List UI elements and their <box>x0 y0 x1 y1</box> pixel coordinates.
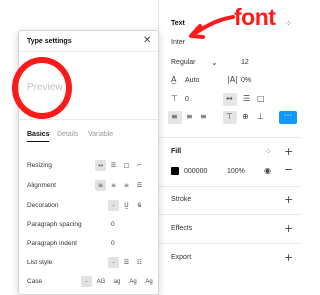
align-left-icon: ≡ <box>171 112 178 121</box>
divider <box>159 137 301 138</box>
paragraph-spacing-label: Paragraph spacing <box>27 221 82 228</box>
paragraph-spacing-input[interactable]: 0 <box>185 96 189 103</box>
decoration-label: Decoration <box>27 202 59 209</box>
export-section-title: Export <box>171 254 192 261</box>
fixed-size-icon[interactable]: □ <box>121 160 132 171</box>
font-family-dropdown[interactable]: Inter <box>171 39 185 46</box>
font-weight-dropdown[interactable]: Regular <box>171 59 196 66</box>
add-effect-icon[interactable]: + <box>284 223 293 234</box>
active-tab-indicator <box>27 141 49 142</box>
align-center-icon[interactable]: ≡ <box>108 180 119 191</box>
list-style-options: - ☰ ☷ <box>108 257 145 268</box>
auto-height-icon[interactable]: ☰ <box>243 95 250 103</box>
add-fill-icon[interactable]: + <box>284 146 293 157</box>
fill-styles-icon[interactable]: ⁘ <box>265 148 272 156</box>
remove-fill-icon[interactable]: − <box>284 164 293 175</box>
paragraph-indent-input[interactable]: 0 <box>111 240 115 247</box>
case-label: Case <box>27 278 43 285</box>
divider <box>159 214 301 215</box>
add-stroke-icon[interactable]: + <box>284 194 293 205</box>
align-top-icon: ⊤ <box>226 112 233 121</box>
resizing-options: ↔ ☰ □ ⌐ <box>95 160 145 171</box>
fill-section-title: Fill <box>171 148 182 155</box>
auto-width-icon[interactable]: ↔ <box>95 160 106 171</box>
stroke-section-title: Stroke <box>171 196 192 203</box>
case-small-caps-option[interactable]: Ag <box>142 276 156 287</box>
design-panel: Text ⁘ Inter Regular ⌄ 12 A̲ Auto |A| 0%… <box>158 0 301 295</box>
letter-spacing-input[interactable]: 0% <box>241 77 251 84</box>
line-height-input[interactable]: Auto <box>185 77 199 84</box>
divider <box>19 51 158 52</box>
annotation-circle <box>12 57 72 119</box>
text-section-title: Text <box>171 20 185 27</box>
case-uppercase-option[interactable]: AG <box>94 276 108 287</box>
annotation-arrow <box>189 15 235 39</box>
truncate-icon[interactable]: ⌐ <box>134 160 145 171</box>
align-right-icon[interactable]: ≡ <box>200 113 207 121</box>
case-lowercase-option[interactable]: ag <box>110 276 124 287</box>
tab-basics[interactable]: Basics <box>27 131 50 138</box>
resizing-label: Resizing <box>27 162 52 169</box>
decoration-options: - U̲ S̶ <box>108 200 145 211</box>
paragraph-indent-label: Paragraph indent <box>27 240 77 247</box>
align-right-icon[interactable]: ≡ <box>121 180 132 191</box>
font-size-input[interactable]: 12 <box>241 59 249 66</box>
align-middle-icon[interactable]: ⊕ <box>242 113 249 121</box>
strikethrough-icon[interactable]: S̶ <box>134 200 145 211</box>
bulleted-list-icon[interactable]: ☰ <box>121 257 132 268</box>
divider <box>19 119 158 120</box>
numbered-list-icon[interactable]: ☷ <box>134 257 145 268</box>
decoration-none-option[interactable]: - <box>108 200 119 211</box>
paragraph-spacing-input[interactable]: 0 <box>111 221 115 228</box>
underline-icon[interactable]: U̲ <box>121 200 132 211</box>
list-style-label: List style <box>27 259 53 266</box>
text-styles-icon[interactable]: ⁘ <box>285 20 292 28</box>
align-left-icon[interactable]: ≡ <box>95 180 106 191</box>
align-bottom-icon[interactable]: ⊥ <box>257 113 264 121</box>
annotation-label: font <box>234 4 276 30</box>
paragraph-spacing-icon: ⊤ <box>171 94 178 103</box>
dialog-title: Type settings <box>27 38 72 45</box>
more-icon[interactable]: ⋯ <box>279 111 297 124</box>
alignment-options: ≡ ≡ ≡ ☰ <box>95 180 145 191</box>
tab-details[interactable]: Details <box>57 131 78 138</box>
auto-width-icon: ↔ <box>226 94 233 103</box>
justify-icon[interactable]: ☰ <box>134 180 145 191</box>
case-title-option[interactable]: Ag <box>126 276 140 287</box>
fixed-size-icon[interactable]: □ <box>257 95 265 103</box>
align-center-icon[interactable]: ≡ <box>186 113 193 121</box>
eye-icon[interactable]: ◉ <box>264 167 271 175</box>
list-none-option[interactable]: - <box>108 257 119 268</box>
tab-variable[interactable]: Variable <box>88 131 113 138</box>
add-export-icon[interactable]: + <box>284 252 293 263</box>
alignment-label: Alignment <box>27 182 56 189</box>
letter-spacing-icon: |A| <box>227 75 238 84</box>
case-none-option[interactable]: - <box>81 276 92 287</box>
auto-height-icon[interactable]: ☰ <box>108 160 119 171</box>
effects-section-title: Effects <box>171 225 193 232</box>
line-height-icon: A̲ <box>171 75 177 84</box>
close-icon[interactable]: ✕ <box>143 35 151 46</box>
fill-color-swatch[interactable] <box>171 167 179 175</box>
chevron-down-icon[interactable]: ⌄ <box>211 59 218 67</box>
divider <box>159 186 301 187</box>
fill-hex-input[interactable]: 000000 <box>184 168 207 175</box>
case-options: - AG ag Ag Ag <box>81 276 156 287</box>
fill-opacity-input[interactable]: 100% <box>227 168 245 175</box>
divider <box>159 243 301 244</box>
